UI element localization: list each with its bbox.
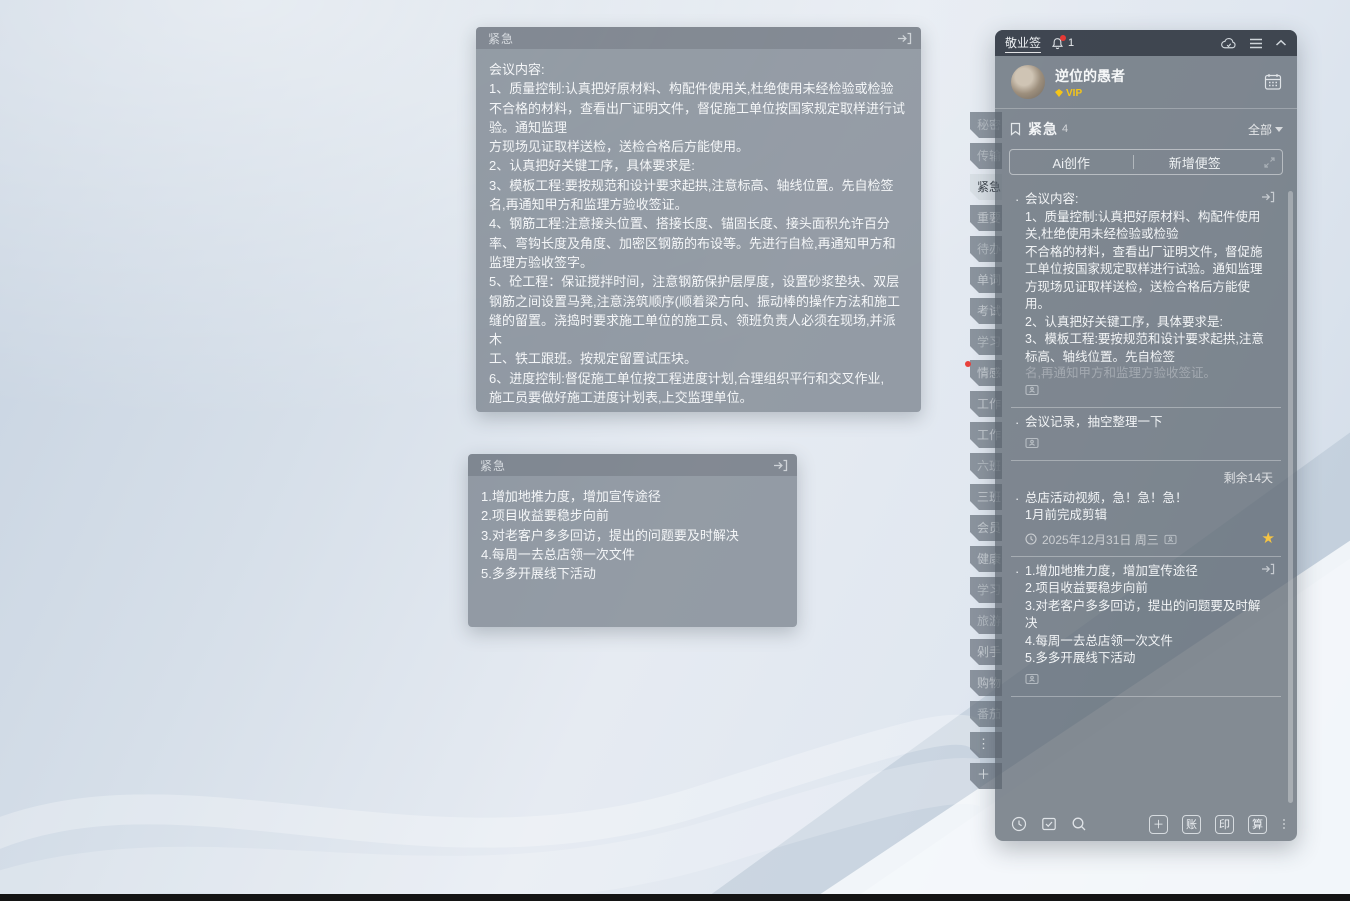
scrollbar[interactable]: [1288, 191, 1293, 803]
new-note-button[interactable]: 新增便签: [1134, 153, 1257, 172]
notification-red-dot: [1060, 35, 1066, 41]
creator-card-icon: [1025, 673, 1039, 685]
app-title[interactable]: 敬业签: [1005, 34, 1041, 53]
clock-icon: [1025, 533, 1037, 545]
panel-titlebar[interactable]: 敬业签 1: [995, 30, 1297, 56]
sticky-note-title: 紧急: [488, 30, 514, 47]
sticky-note-urgent-meeting[interactable]: 紧急 会议内容: 1、质量控制:认真把好原材料、构配件使用关,杜绝使用未经检验或…: [476, 27, 921, 412]
note-list: · 会议内容: 1、质量控制:认真把好原材料、构配件使用 关,杜绝使用未经检验或…: [995, 185, 1297, 697]
vip-badge[interactable]: VIP: [1066, 88, 1082, 99]
expand-icon[interactable]: [1256, 156, 1282, 169]
list-bullet: ·: [1015, 490, 1025, 525]
note-item-meeting[interactable]: · 会议内容: 1、质量控制:认真把好原材料、构配件使用 关,杜绝使用未经检验或…: [1009, 185, 1283, 407]
filter-label: 全部: [1248, 121, 1272, 138]
creator-card-icon: [1025, 384, 1039, 396]
calendar-icon[interactable]: [1263, 72, 1283, 92]
action-bar: Ai创作 新增便签: [1009, 149, 1283, 175]
dock-to-panel-icon[interactable]: [1261, 563, 1275, 575]
note-item-video[interactable]: 剩余14天 · 总店活动视频，急！急！急！ 1月前完成剪辑 2025年12月31…: [1009, 461, 1283, 556]
dock-to-panel-icon[interactable]: [897, 32, 912, 45]
category-notification-dot: [965, 361, 971, 367]
note-content-overflow: 名,再通知甲方和监理方验收签证。: [1025, 366, 1275, 379]
add-note-square-button[interactable]: ＋: [1149, 815, 1168, 834]
divider: [1011, 696, 1281, 697]
main-panel: 敬业签 1: [995, 30, 1297, 841]
list-bullet: ·: [1015, 191, 1025, 366]
search-icon[interactable]: [1071, 816, 1087, 832]
reminder-row: 2025年12月31日 周三 ★: [1025, 531, 1275, 548]
sticky-note-title: 紧急: [480, 457, 506, 474]
bottom-toolbar: ＋ 账 印 算: [995, 807, 1297, 841]
note-item-tasks[interactable]: · 1.增加地推力度，增加宣传途径 2.项目收益要稳步向前 3.对老客户多多回访…: [1009, 557, 1283, 696]
more-options-icon[interactable]: [1283, 819, 1285, 829]
list-bullet: ·: [1015, 563, 1025, 668]
cloud-sync-icon[interactable]: [1220, 37, 1237, 50]
calculator-button[interactable]: 算: [1248, 815, 1267, 834]
taskbar-strip: [0, 894, 1350, 901]
sticky-note-urgent-tasks[interactable]: 紧急 1.增加地推力度，增加宣传途径 2.项目收益要稳步向前 3.对老客户多多回…: [468, 454, 797, 627]
star-icon[interactable]: ★: [1262, 532, 1275, 546]
creator-card-icon: [1025, 437, 1039, 449]
bookmark-icon: [1009, 122, 1022, 136]
collapse-panel-icon[interactable]: [1275, 39, 1287, 47]
dock-to-panel-icon[interactable]: [1261, 191, 1275, 203]
user-name: 逆位的愚者: [1055, 66, 1125, 86]
ai-create-button[interactable]: Ai创作: [1010, 153, 1133, 172]
notification-count: 1: [1068, 37, 1074, 49]
time-reminder-icon[interactable]: [1011, 816, 1027, 832]
list-bullet: ·: [1015, 414, 1025, 432]
print-button[interactable]: 印: [1215, 815, 1234, 834]
note-content[interactable]: 会议内容: 1、质量控制:认真把好原材料、构配件使用 关,杜绝使用未经检验或检验…: [1025, 191, 1275, 366]
sticky-note-header[interactable]: 紧急: [476, 27, 921, 49]
vip-gem-icon: [1055, 89, 1063, 97]
note-content[interactable]: 1.增加地推力度，增加宣传途径 2.项目收益要稳步向前 3.对老客户多多回访，提…: [1025, 563, 1275, 668]
note-item-record[interactable]: · 会议记录，抽空整理一下: [1009, 408, 1283, 460]
todo-check-icon[interactable]: [1041, 816, 1057, 832]
sticky-note-content[interactable]: 会议内容: 1、质量控制:认真把好原材料、构配件使用关,杜绝使用未经检验或检验 …: [476, 49, 921, 412]
user-section: 逆位的愚者 VIP: [995, 56, 1297, 109]
sticky-note-content[interactable]: 1.增加地推力度，增加宣传途径 2.项目收益要稳步向前 3.对老客户多多回访，提…: [468, 476, 797, 627]
note-content[interactable]: 总店活动视频，急！急！急！ 1月前完成剪辑: [1025, 490, 1275, 525]
chevron-down-icon: [1275, 127, 1283, 132]
sticky-note-header[interactable]: 紧急: [468, 454, 797, 476]
filter-dropdown[interactable]: 全部: [1248, 121, 1283, 138]
category-name: 紧急: [1028, 119, 1058, 139]
category-header: 紧急 4 全部: [995, 109, 1297, 145]
menu-icon[interactable]: [1249, 38, 1263, 49]
avatar[interactable]: [1011, 65, 1045, 99]
dock-to-panel-icon[interactable]: [773, 459, 788, 472]
creator-card-icon: [1164, 534, 1177, 545]
days-remaining-badge: 剩余14天: [1015, 467, 1275, 490]
category-count: 4: [1062, 123, 1068, 135]
ledger-button[interactable]: 账: [1182, 815, 1201, 834]
desktop: 紧急 会议内容: 1、质量控制:认真把好原材料、构配件使用关,杜绝使用未经检验或…: [0, 0, 1350, 901]
notification-bell-icon[interactable]: [1051, 37, 1064, 50]
reminder-date: 2025年12月31日 周三: [1042, 531, 1159, 548]
note-content[interactable]: 会议记录，抽空整理一下: [1025, 414, 1275, 432]
